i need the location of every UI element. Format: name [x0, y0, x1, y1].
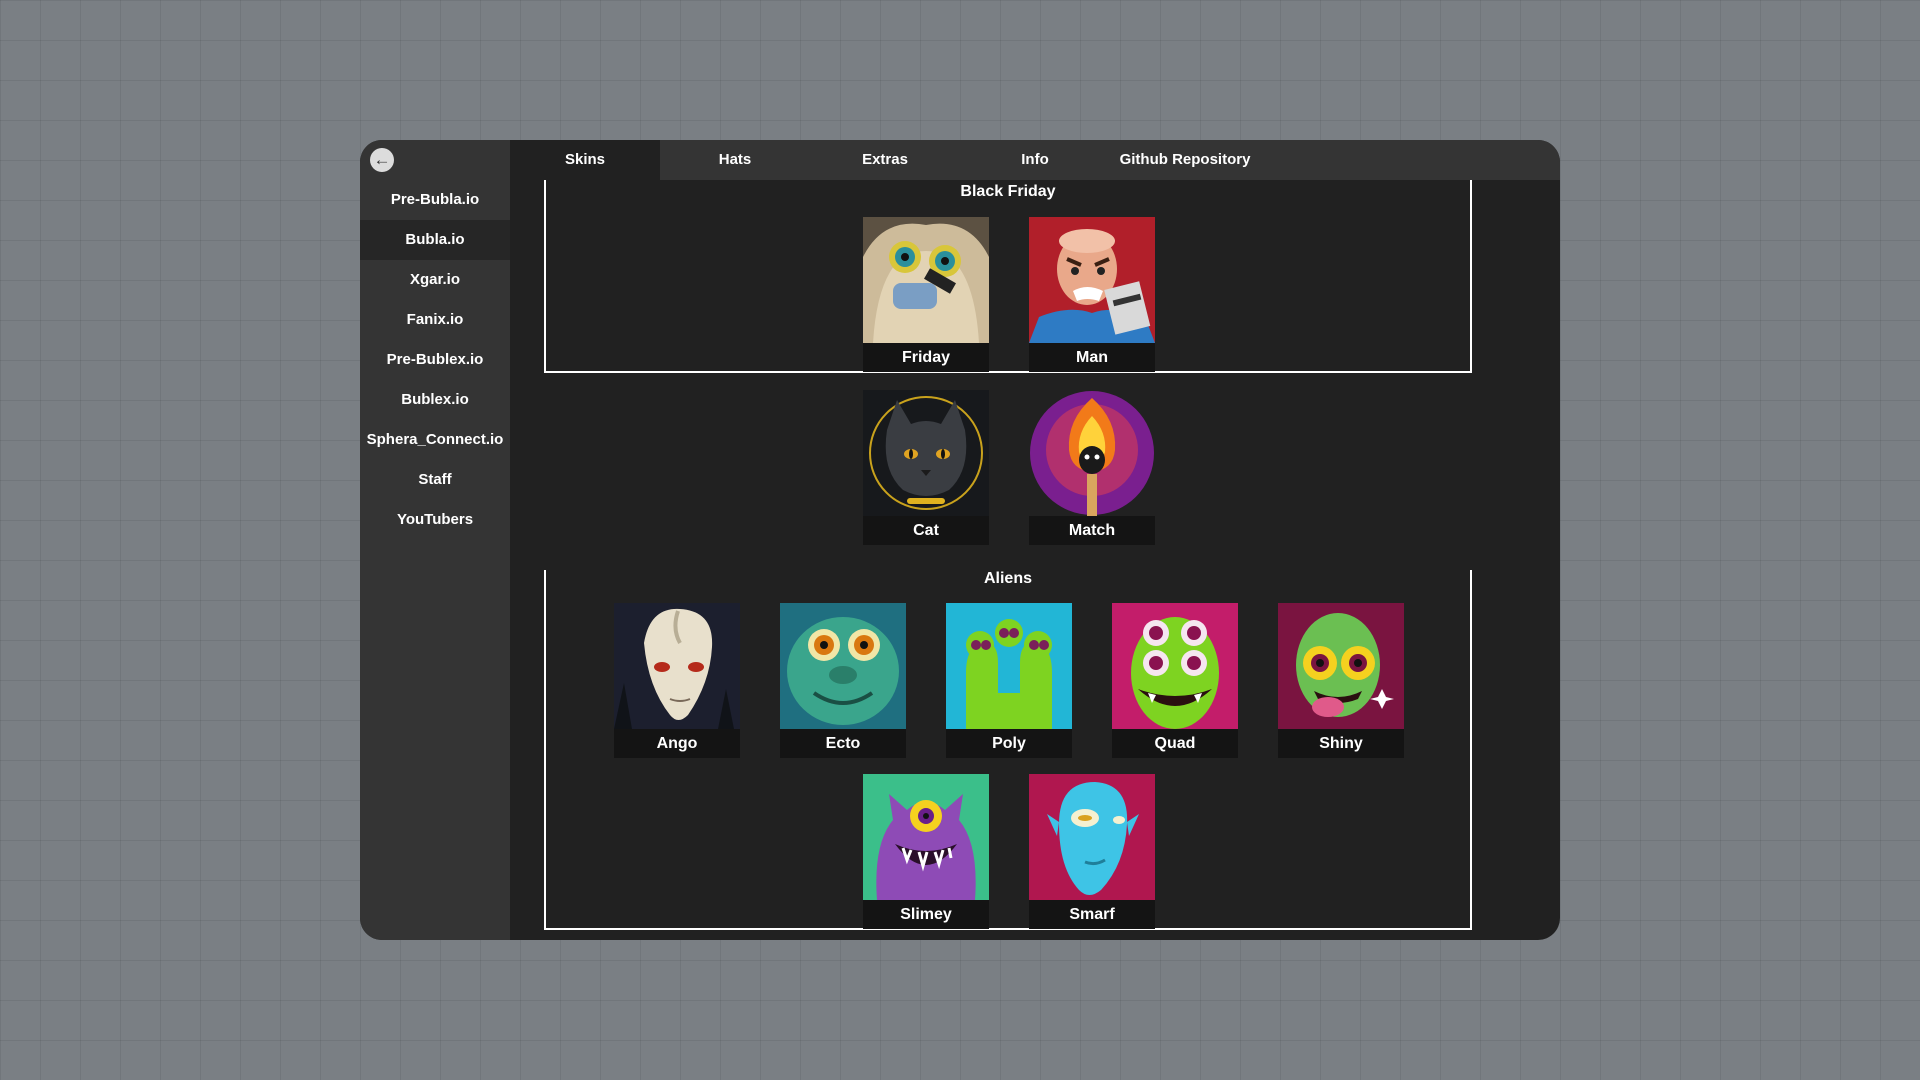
tab-extras[interactable]: Extras: [810, 140, 960, 180]
skin-label: Match: [1029, 516, 1155, 545]
skin-slimey[interactable]: Slimey: [863, 774, 989, 929]
sidebar-item-bubla[interactable]: Bubla.io: [360, 220, 510, 260]
sidebar-item-staff[interactable]: Staff: [360, 460, 510, 500]
sidebar-item-pre-bubla[interactable]: Pre-Bubla.io: [360, 180, 510, 220]
tab-bar: Skins Hats Extras Info Github Repository: [510, 140, 1560, 180]
skin-image: [1029, 217, 1155, 343]
skin-image: [1029, 774, 1155, 900]
section-title: Black Friday: [960, 183, 1056, 200]
skin-ecto[interactable]: Ecto: [780, 603, 906, 758]
black-friday-section: Black Friday: [544, 180, 1472, 373]
sidebar-item-youtubers[interactable]: YouTubers: [360, 500, 510, 540]
tab-skins[interactable]: Skins: [510, 140, 660, 180]
tab-github-repository[interactable]: Github Repository: [1110, 140, 1260, 180]
skin-label: Quad: [1112, 729, 1238, 758]
skin-image: [863, 217, 989, 343]
skin-image: [1112, 603, 1238, 729]
arrow-left-icon[interactable]: ←: [370, 148, 394, 172]
skin-label: Shiny: [1278, 729, 1404, 758]
skin-friday[interactable]: Friday: [863, 217, 989, 372]
skin-image: [863, 390, 989, 516]
skin-image: [863, 774, 989, 900]
skin-label: Poly: [946, 729, 1072, 758]
skin-image: [946, 603, 1072, 729]
skin-man[interactable]: Man: [1029, 217, 1155, 372]
skin-label: Ecto: [780, 729, 906, 758]
skin-cat[interactable]: Cat: [863, 390, 989, 545]
skin-image: [1278, 603, 1404, 729]
tab-hats[interactable]: Hats: [660, 140, 810, 180]
skin-label: Man: [1029, 343, 1155, 372]
skin-shiny[interactable]: Shiny: [1278, 603, 1404, 758]
skin-smarf[interactable]: Smarf: [1029, 774, 1155, 929]
skin-label: Smarf: [1029, 900, 1155, 929]
server-list: Pre-Bubla.io Bubla.io Xgar.io Fanix.io P…: [360, 180, 510, 540]
sidebar-item-pre-bublex[interactable]: Pre-Bublex.io: [360, 340, 510, 380]
skin-match[interactable]: Match: [1029, 390, 1155, 545]
skin-quad[interactable]: Quad: [1112, 603, 1238, 758]
skins-window: ← Pre-Bubla.io Bubla.io Xgar.io Fanix.io…: [360, 140, 1560, 940]
sidebar-item-fanix[interactable]: Fanix.io: [360, 300, 510, 340]
section-title: Aliens: [983, 570, 1032, 587]
sidebar: ← Pre-Bubla.io Bubla.io Xgar.io Fanix.io…: [360, 140, 510, 940]
sidebar-item-bublex[interactable]: Bublex.io: [360, 380, 510, 420]
skin-image: [1029, 390, 1155, 516]
skin-label: Slimey: [863, 900, 989, 929]
skin-label: Cat: [863, 516, 989, 545]
skin-label: Ango: [614, 729, 740, 758]
sidebar-item-sphera-connect[interactable]: Sphera_Connect.io: [360, 420, 510, 460]
skin-poly[interactable]: Poly: [946, 603, 1072, 758]
skin-ango[interactable]: Ango: [614, 603, 740, 758]
skin-image: [780, 603, 906, 729]
sidebar-item-xgar[interactable]: Xgar.io: [360, 260, 510, 300]
skin-label: Friday: [863, 343, 989, 372]
tab-info[interactable]: Info: [960, 140, 1110, 180]
skin-image: [614, 603, 740, 729]
